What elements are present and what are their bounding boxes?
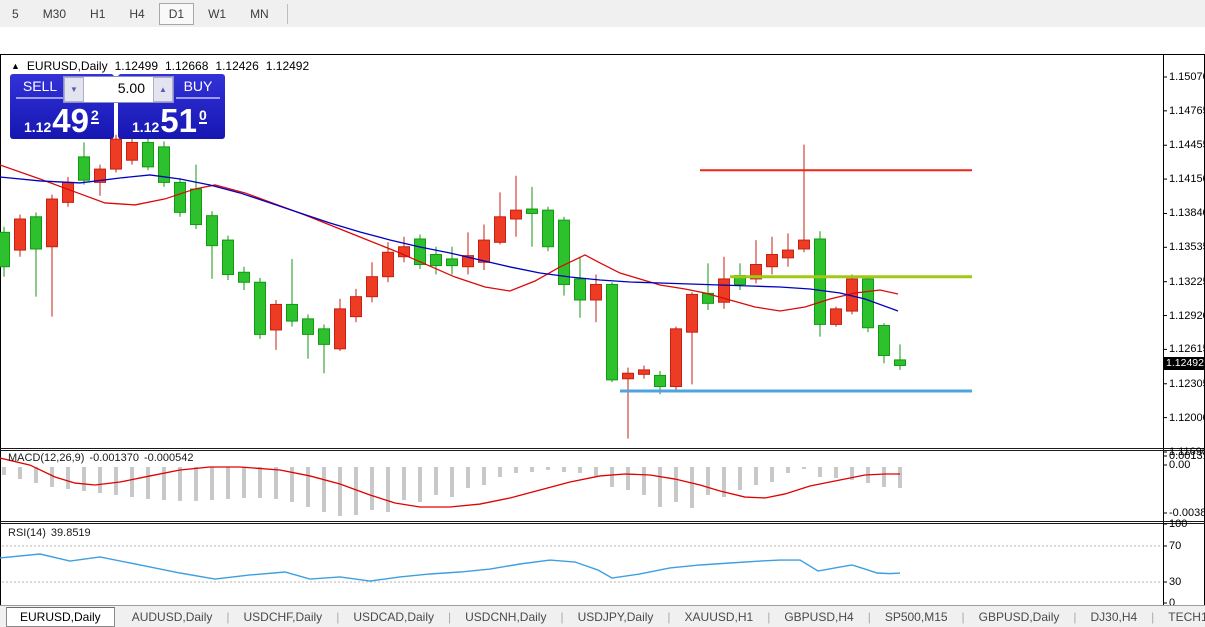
ohlc-close: 1.12492 [265, 59, 310, 73]
current-price-badge: 1.12492 [1164, 357, 1205, 370]
sell-underline [16, 97, 64, 99]
chart-symbol-label: EURUSD,Daily [26, 59, 108, 73]
chart-tab-AUDUSD-Daily[interactable]: AUDUSD,Daily [119, 608, 226, 626]
one-click-trade-panel: SELL BUY ▼ 5.00 ▲ 1.12 49 2 1.12 51 0 [10, 74, 225, 139]
trading-terminal-window: 5 M30 H1 H4 D1 W1 MN ▲ EURUSD,Daily 1.12499 1.126… [0, 0, 1205, 627]
rsi-value: 39.8519 [50, 527, 91, 539]
timeframe-toolbar: 5 M30 H1 H4 D1 W1 MN [0, 0, 1205, 27]
chart-tab-USDCAD-Daily[interactable]: USDCAD,Daily [340, 608, 447, 626]
chart-tab-GBPUSD-Daily[interactable]: GBPUSD,Daily [966, 608, 1073, 626]
timeframe-button-H1[interactable]: H1 [80, 3, 115, 25]
chart-tab-GBPUSD-H4[interactable]: GBPUSD,H4 [771, 608, 866, 626]
ohlc-open: 1.12499 [114, 59, 158, 73]
chart-tab-EURUSD-Daily[interactable]: EURUSD,Daily [6, 606, 115, 627]
tab-separator: | [560, 609, 564, 624]
sell-button-label: SELL [22, 78, 58, 94]
volume-stepper: ▼ 5.00 ▲ [63, 76, 174, 103]
rsi-tick-label: 30 [1169, 576, 1182, 588]
chart-tab-DJ30-H4[interactable]: DJ30,H4 [1077, 608, 1150, 626]
chart-tab-XAUUSD-H1[interactable]: XAUUSD,H1 [672, 608, 767, 626]
collapse-panel-icon[interactable]: ▲ [11, 61, 20, 71]
tab-separator: | [767, 609, 771, 624]
tab-separator: | [336, 609, 340, 624]
chart-tab-SP500-M15[interactable]: SP500,M15 [872, 608, 961, 626]
sell-button[interactable]: SELL [16, 78, 64, 99]
ask-price-big: 51 [160, 102, 197, 139]
price-tick-label: 1.13535 [1169, 241, 1205, 254]
tab-separator: | [448, 609, 452, 624]
ohlc-high: 1.12668 [165, 59, 209, 73]
chart-tab-USDJPY-Daily[interactable]: USDJPY,Daily [565, 608, 667, 626]
tab-separator: | [1073, 609, 1077, 624]
chart-tabs-bar: EURUSD,Daily AUDUSD,Daily | USDCHF,Daily | US… [0, 605, 1205, 627]
price-tick-label: 1.14150 [1169, 173, 1205, 186]
macd-value-1: -0.001370 [89, 452, 139, 464]
bid-price-big: 49 [52, 102, 89, 139]
price-tick-label: 1.12920 [1169, 309, 1205, 322]
volume-value[interactable]: 5.00 [84, 77, 153, 102]
chevron-down-icon: ▼ [70, 85, 78, 94]
chevron-up-icon: ▲ [159, 85, 167, 94]
bid-price: 1.12 49 2 [24, 102, 99, 139]
tab-separator: | [1151, 609, 1155, 624]
bid-price-head: 1.12 [24, 119, 52, 135]
tab-separator: | [867, 609, 871, 624]
macd-tick-label: 0.00 [1169, 459, 1191, 471]
ask-price: 1.12 51 0 [132, 102, 207, 139]
tab-separator: | [667, 609, 671, 624]
buy-button[interactable]: BUY [176, 78, 220, 99]
price-tick-label: 1.15070 [1169, 71, 1205, 83]
rsi-name: RSI(14) [8, 527, 46, 539]
rsi-tick-label: 100 [1169, 518, 1188, 530]
tab-separator: | [961, 609, 965, 624]
tab-separator: | [226, 609, 230, 624]
macd-value-2: -0.000542 [143, 452, 194, 464]
price-tick-label: 1.12615 [1169, 343, 1205, 356]
buy-button-label: BUY [183, 78, 213, 94]
ohlc-low: 1.12426 [215, 59, 259, 73]
rsi-indicator-label: RSI(14) 39.8519 [8, 527, 96, 539]
price-tick-label: 1.13840 [1169, 207, 1205, 220]
timeframe-button-H4[interactable]: H4 [119, 3, 154, 25]
chart-tab-TECH100-H1[interactable]: TECH100,H1 [1155, 608, 1205, 626]
rsi-tick-label: 70 [1169, 540, 1182, 552]
price-tick-label: 1.13225 [1169, 275, 1205, 288]
chart-tab-USDCNH-Daily[interactable]: USDCNH,Daily [452, 608, 559, 626]
bid-price-pip: 2 [90, 107, 99, 124]
timeframe-button-M30[interactable]: M30 [33, 3, 76, 25]
timeframe-button-W1[interactable]: W1 [198, 3, 236, 25]
price-tick-label: 1.14765 [1169, 104, 1205, 117]
chart-tab-USDCHF-Daily[interactable]: USDCHF,Daily [231, 608, 336, 626]
buy-underline [176, 97, 220, 99]
price-tick-label: 1.12305 [1169, 377, 1205, 390]
toolbar-separator [286, 3, 288, 24]
volume-increase-button[interactable]: ▲ [153, 77, 173, 102]
timeframe-button-D1[interactable]: D1 [158, 2, 195, 25]
macd-indicator-label: MACD(12,26,9) -0.001370 -0.000542 [8, 452, 199, 464]
timeframe-button-MN[interactable]: MN [240, 3, 279, 25]
timeframe-button-5[interactable]: 5 [2, 3, 29, 25]
chart-window[interactable]: ▲ EURUSD,Daily 1.12499 1.12668 1.12426 1.1249… [0, 27, 1205, 627]
ask-price-pip: 0 [198, 107, 207, 124]
chart-title: ▲ EURUSD,Daily 1.12499 1.12668 1.12426 1.1249… [11, 59, 309, 73]
ask-price-head: 1.12 [132, 119, 160, 135]
volume-decrease-button[interactable]: ▼ [64, 77, 84, 102]
price-tick-label: 1.12000 [1169, 411, 1205, 424]
price-tick-label: 1.14455 [1169, 139, 1205, 152]
macd-name: MACD(12,26,9) [8, 452, 85, 464]
